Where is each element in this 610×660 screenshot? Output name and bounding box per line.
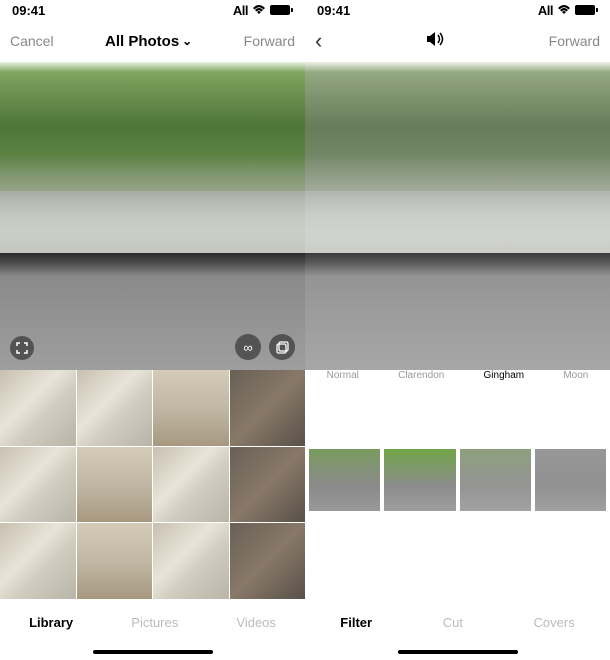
photo-thumbnail[interactable]	[77, 447, 153, 523]
status-indicators: All	[233, 3, 293, 18]
filter-name-clarendon: Clarendon	[398, 370, 444, 381]
nav-bar: ‹ Forward	[305, 20, 610, 62]
wifi-icon	[557, 3, 571, 18]
forward-button[interactable]: Forward	[549, 33, 600, 49]
sound-toggle[interactable]	[425, 30, 445, 53]
filter-option-normal[interactable]	[309, 449, 380, 511]
tab-covers[interactable]: Covers	[534, 615, 575, 630]
status-indicators: All	[538, 3, 598, 18]
status-bar: 09:41 All	[305, 0, 610, 20]
home-indicator[interactable]	[93, 650, 213, 654]
home-indicator[interactable]	[398, 650, 518, 654]
filtered-preview[interactable]	[305, 62, 610, 370]
filter-option-moon[interactable]	[535, 449, 606, 511]
forward-button[interactable]: Forward	[244, 33, 295, 49]
filter-name-moon: Moon	[563, 370, 588, 381]
photo-thumbnail[interactable]	[153, 523, 229, 599]
photo-thumbnail[interactable]	[230, 370, 306, 446]
status-time: 09:41	[12, 3, 45, 18]
photo-picker-panel: 09:41 All Cancel All Photos ⌄ Forward	[0, 0, 305, 660]
multi-select-button[interactable]	[269, 334, 295, 360]
carrier-label: All	[538, 3, 553, 18]
photo-grid	[0, 370, 305, 599]
nav-bar: Cancel All Photos ⌄ Forward	[0, 20, 305, 62]
bottom-tabs: Library Pictures Videos	[0, 607, 305, 638]
album-selector[interactable]: All Photos ⌄	[105, 33, 192, 50]
wifi-icon	[252, 3, 266, 18]
filter-option-clarendon[interactable]	[384, 449, 455, 511]
photo-thumbnail[interactable]	[0, 523, 76, 599]
battery-icon	[270, 5, 293, 15]
cancel-button[interactable]: Cancel	[10, 33, 54, 49]
photo-thumbnail[interactable]	[153, 447, 229, 523]
tab-pictures[interactable]: Pictures	[131, 615, 178, 630]
album-title: All Photos	[105, 33, 179, 50]
status-bar: 09:41 All	[0, 0, 305, 20]
photo-thumbnail[interactable]	[0, 370, 76, 446]
back-button[interactable]: ‹	[315, 28, 322, 54]
tab-library[interactable]: Library	[29, 615, 73, 630]
photo-thumbnail[interactable]	[0, 447, 76, 523]
tab-cut[interactable]: Cut	[443, 615, 463, 630]
filter-edit-panel: 09:41 All ‹ Forward Normal	[305, 0, 610, 660]
filter-name-normal: Normal	[327, 370, 359, 381]
boomerang-button[interactable]: ∞	[235, 334, 261, 360]
filter-option-gingham[interactable]	[460, 449, 531, 511]
battery-icon	[575, 5, 598, 15]
tab-filter[interactable]: Filter	[340, 615, 372, 630]
chevron-down-icon: ⌄	[182, 34, 192, 48]
carrier-label: All	[233, 3, 248, 18]
bottom-tabs: Filter Cut Covers	[305, 607, 610, 638]
photo-thumbnail[interactable]	[230, 447, 306, 523]
photo-thumbnail[interactable]	[153, 370, 229, 446]
filter-labels: Normal Clarendon Gingham Moon	[305, 370, 610, 381]
photo-preview[interactable]: ∞	[0, 62, 305, 370]
photo-thumbnail[interactable]	[77, 523, 153, 599]
filter-strip	[305, 449, 610, 549]
expand-button[interactable]	[10, 336, 34, 360]
infinity-icon: ∞	[243, 340, 252, 355]
status-time: 09:41	[317, 3, 350, 18]
tab-videos[interactable]: Videos	[236, 615, 276, 630]
photo-thumbnail[interactable]	[230, 523, 306, 599]
photo-thumbnail[interactable]	[77, 370, 153, 446]
filter-name-gingham: Gingham	[484, 370, 525, 381]
